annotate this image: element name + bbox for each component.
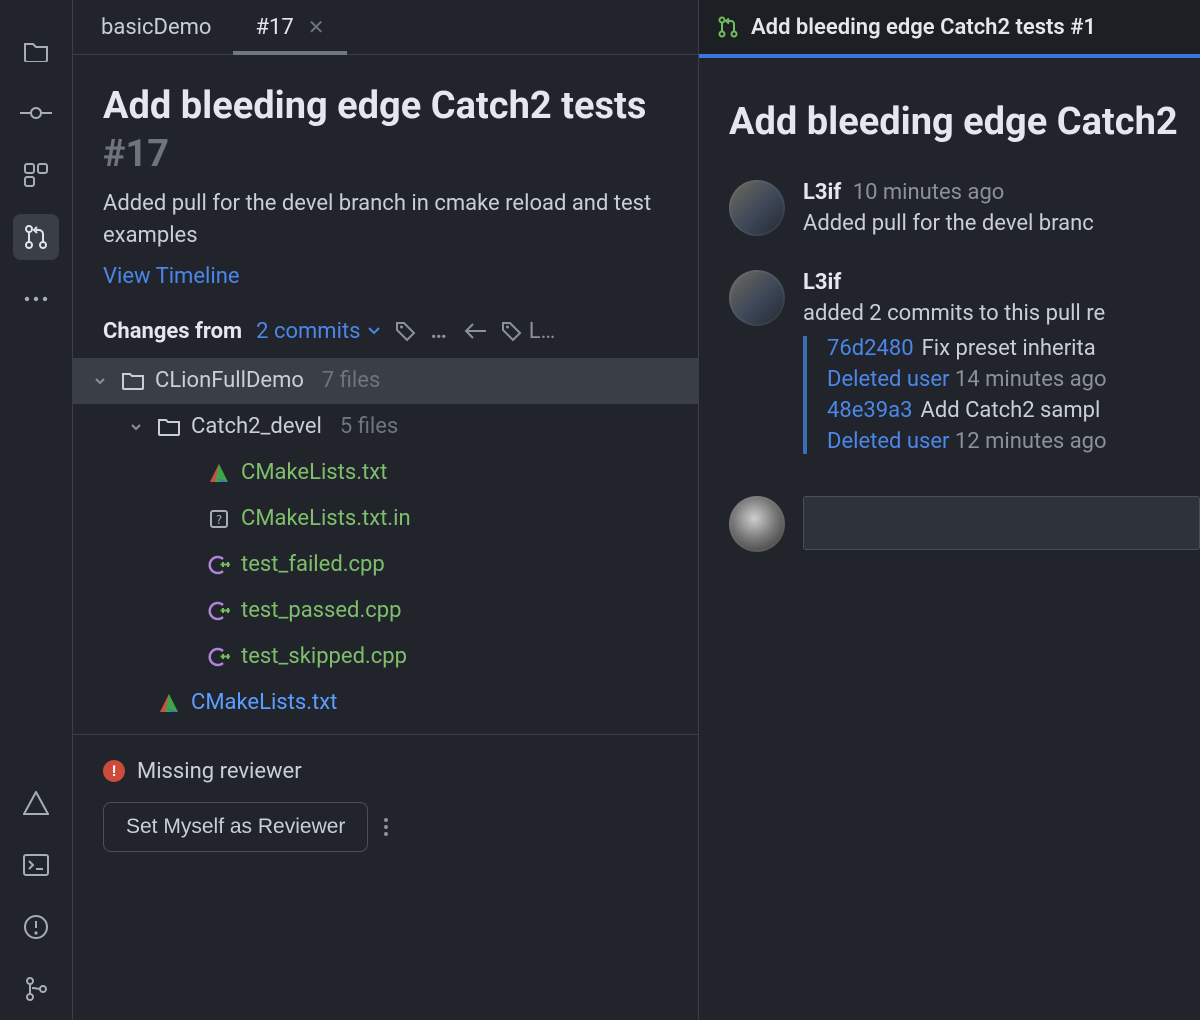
reviewer-section: ! Missing reviewer Set Myself as Reviewe… [73,734,698,876]
git-icon[interactable] [13,966,59,1012]
commit-meta: Deleted user 14 minutes ago [827,367,1200,392]
tree-file[interactable]: test_failed.cpp [73,542,698,588]
tree-folder-label: Catch2_devel [191,414,322,439]
event-author[interactable]: L3if [803,270,841,295]
unknown-file-icon: ? [207,509,231,529]
pull-request-icon [717,16,739,38]
chevron-down-icon [129,420,147,434]
reviewer-more-menu[interactable] [384,818,388,836]
comment-author[interactable]: L3if [803,180,841,205]
tree-folder-root[interactable]: CLionFullDemo 7 files [73,358,698,404]
pr-description: Added pull for the devel branch in cmake… [103,188,668,252]
more-icon[interactable] [13,276,59,322]
close-icon[interactable]: ✕ [308,15,325,39]
reviewer-warning: ! Missing reviewer [103,759,668,784]
timeline-commits-event: L3if added 2 commits to this pull re 76d… [699,258,1200,476]
tree-file-label: test_skipped.cpp [241,644,407,669]
timeline-editor-tab[interactable]: Add bleeding edge Catch2 tests #1 [699,0,1200,58]
commit-icon[interactable] [13,90,59,136]
pull-requests-icon[interactable] [13,214,59,260]
comment-time: 10 minutes ago [853,180,1005,205]
arrow-left-icon[interactable] [463,322,487,340]
tag-label-trunc[interactable]: L… [501,319,556,344]
set-myself-reviewer-button[interactable]: Set Myself as Reviewer [103,802,368,852]
timeline-comment: L3if 10 minutes ago Added pull for the d… [699,168,1200,258]
terminal-icon[interactable] [13,842,59,888]
commit-meta: Deleted user 12 minutes ago [827,429,1200,454]
timeline-panel: Add bleeding edge Catch2 tests #1 Add bl… [699,0,1200,1020]
cpp-file-icon [207,601,231,621]
tree-file-label: CMakeLists.txt [241,460,387,485]
tree-folder-sub[interactable]: Catch2_devel 5 files [73,404,698,450]
comment-compose [699,476,1200,552]
view-timeline-link[interactable]: View Timeline [103,264,240,289]
cpp-file-icon [207,555,231,575]
event-msg: added 2 commits to this pull re [803,301,1200,326]
changes-toolbar: Changes from 2 commits … L… [73,305,698,358]
tree-folder-count: 7 files [322,368,380,393]
svg-text:?: ? [215,513,222,527]
cmake-file-icon [207,463,231,483]
tree-file-label: CMakeLists.txt.in [241,506,411,531]
cmake-file-icon [157,693,181,713]
chevron-down-icon [367,326,381,336]
tree-file[interactable]: CMakeLists.txt [73,450,698,496]
cpp-file-icon [207,647,231,667]
avatar [729,496,785,552]
commit-item[interactable]: 76d2480Fix preset inherita [827,336,1200,361]
cmake-tool-icon[interactable] [13,780,59,826]
tag-icon[interactable] [395,320,417,342]
avatar [729,180,785,236]
structure-icon[interactable] [13,152,59,198]
commit-list: 76d2480Fix preset inherita Deleted user … [803,336,1200,454]
left-icon-rail [0,0,73,1020]
project-icon[interactable] [13,28,59,74]
problems-icon[interactable] [13,904,59,950]
commit-item[interactable]: 48e39a3Add Catch2 sampl [827,398,1200,423]
tree-folder-label: CLionFullDemo [155,368,304,393]
commits-dropdown[interactable]: 2 commits [256,319,380,344]
tree-file[interactable]: test_passed.cpp [73,588,698,634]
tree-file-label: CMakeLists.txt [191,690,337,715]
comment-body: Added pull for the devel branc [803,211,1200,236]
pr-tabs: basicDemo #17 ✕ [73,0,698,55]
pr-title: Add bleeding edge Catch2 tests #17 [103,83,668,178]
folder-icon [157,418,181,436]
chevron-down-icon [93,374,111,388]
pr-detail-panel: basicDemo #17 ✕ Add bleeding edge Catch2… [73,0,699,1020]
tree-file[interactable]: test_skipped.cpp [73,634,698,680]
tree-file-label: test_passed.cpp [241,598,401,623]
file-tree: CLionFullDemo 7 files Catch2_devel 5 fil… [73,358,698,734]
timeline-title: Add bleeding edge Catch2 [699,58,1200,168]
tree-folder-count: 5 files [340,414,398,439]
repo-breadcrumb[interactable]: basicDemo [73,0,233,54]
comment-input[interactable] [803,496,1200,550]
avatar [729,270,785,326]
pr-number-tab[interactable]: #17 ✕ [233,0,346,54]
folder-icon [121,372,145,390]
more-ellipsis[interactable]: … [431,319,449,344]
warning-icon: ! [103,760,125,782]
changes-from-label: Changes from [103,319,242,344]
tree-file[interactable]: CMakeLists.txt [73,680,698,726]
tree-file[interactable]: ? CMakeLists.txt.in [73,496,698,542]
tree-file-label: test_failed.cpp [241,552,385,577]
